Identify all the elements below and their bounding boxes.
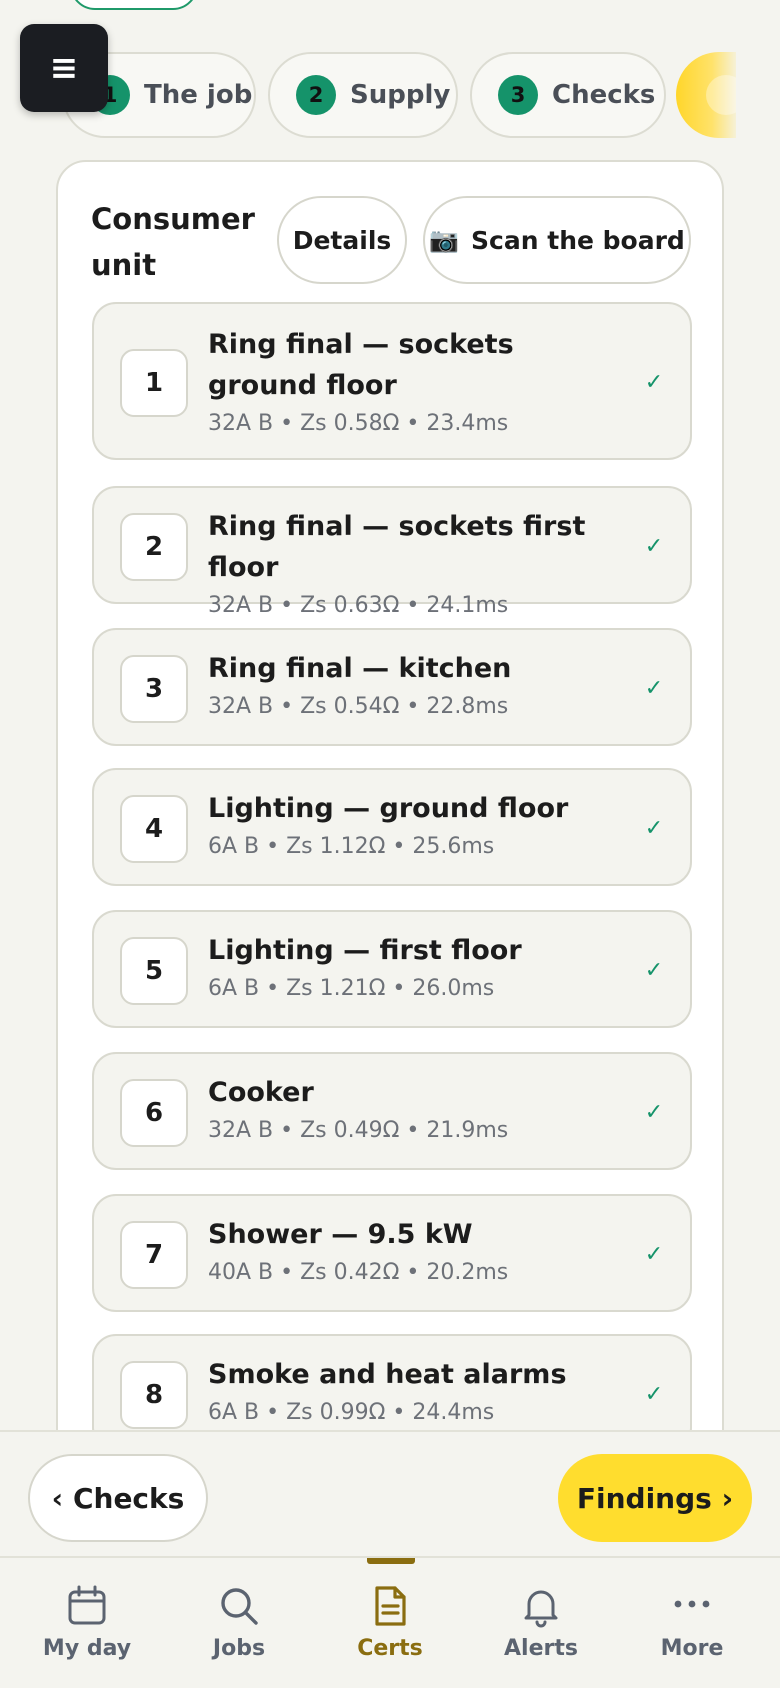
step-tab-checks[interactable]: 3 Checks bbox=[470, 52, 666, 138]
tab-label: Jobs bbox=[212, 1636, 266, 1661]
circuit-row[interactable]: 7 Shower — 9.5 kW 40A B • Zs 0.42Ω • 20.… bbox=[92, 1194, 692, 1312]
circuit-meta: 40A B • Zs 0.42Ω • 20.2ms bbox=[208, 1260, 509, 1285]
details-label: Details bbox=[292, 225, 392, 255]
tab-jobs[interactable]: Jobs bbox=[164, 1558, 314, 1688]
scan-label: Scan the board bbox=[471, 225, 685, 255]
circuit-meta: 32A B • Zs 0.58Ω • 23.4ms bbox=[208, 411, 509, 436]
circuit-row[interactable]: 1 Ring final — sockets ground floor 32A … bbox=[92, 302, 692, 460]
details-button[interactable]: Details bbox=[277, 196, 407, 284]
check-icon: ✓ bbox=[644, 370, 664, 395]
step-number: 2 bbox=[296, 75, 336, 115]
step-label: Checks bbox=[552, 80, 656, 110]
tab-my-day[interactable]: My day bbox=[12, 1558, 162, 1688]
step-tab-current[interactable] bbox=[676, 52, 736, 138]
document-icon bbox=[375, 1586, 406, 1626]
circuit-name: Shower — 9.5 kW bbox=[208, 1219, 473, 1250]
check-icon: ✓ bbox=[644, 1382, 664, 1407]
scrolled-header-pill bbox=[70, 0, 198, 10]
tab-certs[interactable]: Certs bbox=[315, 1558, 465, 1688]
next-findings-button[interactable]: Findings › bbox=[558, 1454, 752, 1542]
circuit-meta: 32A B • Zs 0.49Ω • 21.9ms bbox=[208, 1118, 509, 1143]
circuit-row[interactable]: 5 Lighting — first floor 6A B • Zs 1.21Ω… bbox=[92, 910, 692, 1028]
hamburger-icon: ≡ bbox=[49, 48, 79, 88]
step-tabs: 1 The job 2 Supply 3 Checks bbox=[0, 52, 780, 140]
tab-label: My day bbox=[42, 1636, 132, 1661]
bottom-tab-bar: My day Jobs Certs Alerts More bbox=[0, 1556, 780, 1688]
scan-board-button[interactable]: 📷 Scan the board bbox=[423, 196, 691, 284]
check-icon: ✓ bbox=[644, 676, 664, 701]
check-icon: ✓ bbox=[644, 1100, 664, 1125]
check-icon: ✓ bbox=[644, 816, 664, 841]
back-checks-button[interactable]: ‹ Checks bbox=[28, 1454, 208, 1542]
circuit-name: Cooker bbox=[208, 1077, 314, 1108]
circuit-number: 2 bbox=[120, 513, 188, 581]
bell-icon bbox=[524, 1590, 558, 1628]
circuit-row[interactable]: 2 Ring final — sockets first floor 32A B… bbox=[92, 486, 692, 618]
camera-icon: 📷 bbox=[429, 226, 460, 254]
circuit-number: 8 bbox=[120, 1361, 188, 1429]
card-title: Consumer unit bbox=[91, 202, 255, 282]
check-icon: ✓ bbox=[644, 958, 664, 983]
circuit-meta: 6A B • Zs 0.99Ω • 24.4ms bbox=[208, 1400, 495, 1425]
circuit-number: 5 bbox=[120, 937, 188, 1005]
tab-label: Certs bbox=[357, 1636, 423, 1661]
tab-label: More bbox=[660, 1636, 724, 1661]
step-label: Supply bbox=[350, 80, 451, 110]
circuit-number: 3 bbox=[120, 655, 188, 723]
tab-more[interactable]: More bbox=[617, 1558, 767, 1688]
check-icon: ✓ bbox=[644, 1242, 664, 1267]
circuit-name: Lighting — first floor bbox=[208, 935, 522, 966]
circuit-row[interactable]: 4 Lighting — ground floor 6A B • Zs 1.12… bbox=[92, 768, 692, 886]
circuit-name: Ring final — kitchen bbox=[208, 653, 512, 684]
step-number-ghost bbox=[706, 75, 736, 115]
step-label: The job bbox=[144, 80, 253, 110]
circuit-name: Smoke and heat alarms bbox=[208, 1359, 567, 1390]
circuit-meta: 6A B • Zs 1.21Ω • 26.0ms bbox=[208, 976, 495, 1001]
step-tab-supply[interactable]: 2 Supply bbox=[268, 52, 458, 138]
consumer-unit-card: Consumer unit Details 📷 Scan the board 1… bbox=[56, 160, 724, 1620]
circuit-meta: 6A B • Zs 1.12Ω • 25.6ms bbox=[208, 834, 495, 859]
menu-button[interactable]: ≡ bbox=[20, 24, 108, 112]
circuit-name: Ring final — sockets first floor bbox=[208, 511, 586, 583]
active-tab-indicator bbox=[367, 1558, 415, 1564]
circuit-meta: 32A B • Zs 0.54Ω • 22.8ms bbox=[208, 694, 509, 719]
tab-label: Alerts bbox=[504, 1636, 578, 1661]
search-icon bbox=[221, 1588, 258, 1625]
more-icon bbox=[674, 1600, 710, 1608]
check-icon: ✓ bbox=[644, 534, 664, 559]
page: 1 The job 2 Supply 3 Checks ≡ Consumer u… bbox=[0, 0, 780, 1688]
step-number: 3 bbox=[498, 75, 538, 115]
circuit-number: 4 bbox=[120, 795, 188, 863]
circuit-row[interactable]: 3 Ring final — kitchen 32A B • Zs 0.54Ω … bbox=[92, 628, 692, 746]
circuit-name: Lighting — ground floor bbox=[208, 793, 569, 824]
calendar-icon bbox=[68, 1585, 106, 1625]
circuit-number: 1 bbox=[120, 349, 188, 417]
circuit-name: Ring final — sockets ground floor bbox=[208, 329, 514, 401]
tab-alerts[interactable]: Alerts bbox=[466, 1558, 616, 1688]
circuit-number: 6 bbox=[120, 1079, 188, 1147]
circuit-number: 7 bbox=[120, 1221, 188, 1289]
step-navigation-bar: ‹ Checks Findings › bbox=[0, 1430, 780, 1556]
circuit-row[interactable]: 6 Cooker 32A B • Zs 0.49Ω • 21.9ms ✓ bbox=[92, 1052, 692, 1170]
circuit-meta: 32A B • Zs 0.63Ω • 24.1ms bbox=[208, 593, 509, 618]
